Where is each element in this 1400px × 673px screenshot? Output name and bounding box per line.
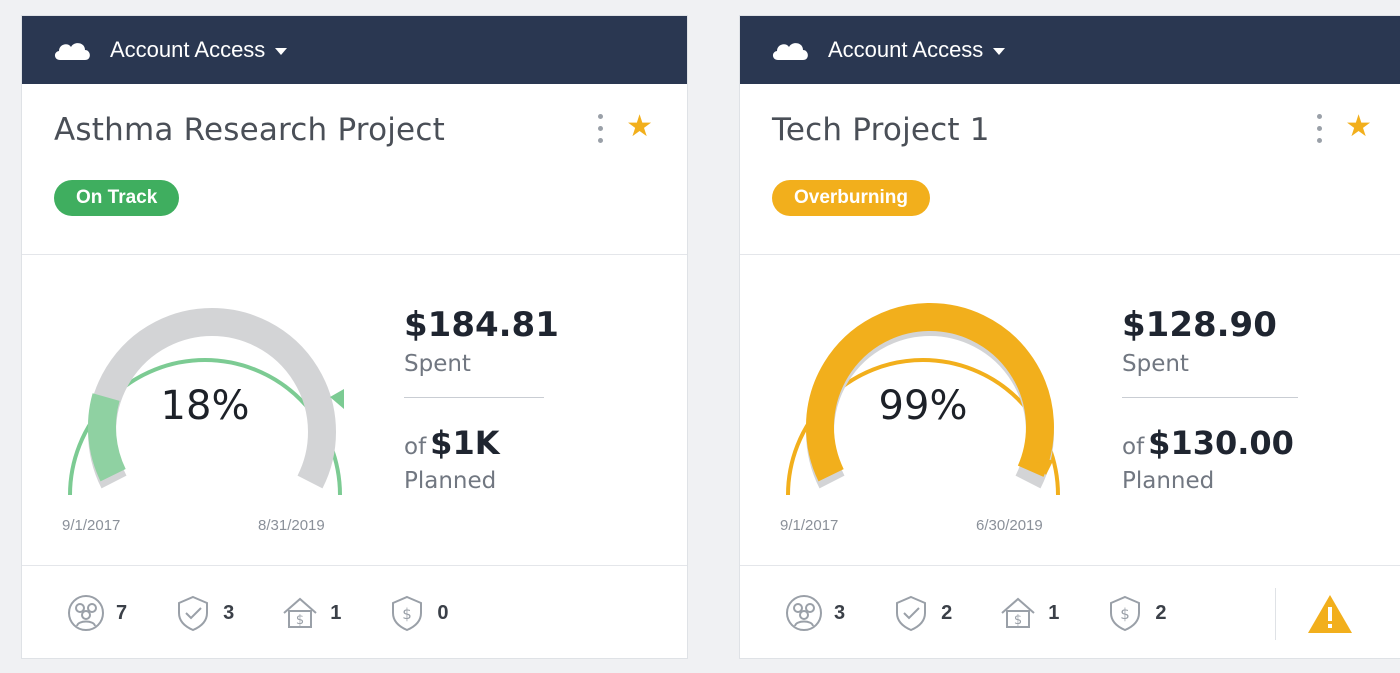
budget-section: 99% 9/1/2017 6/30/2019 $128.90 Spent of $…: [740, 255, 1400, 566]
of-label: of: [404, 434, 427, 460]
status-badge: On Track: [54, 180, 180, 216]
account-access-label: Account Access: [828, 37, 984, 62]
funds-stat[interactable]: $ 0: [387, 593, 449, 633]
star-icon[interactable]: ★: [626, 112, 653, 142]
project-card: Account Access Tech Project 1 ★ Overburn…: [739, 15, 1400, 659]
project-title[interactable]: Asthma Research Project: [54, 112, 445, 148]
divider: [404, 397, 544, 398]
house-dollar-icon: $: [283, 597, 317, 628]
cloud-icon: [54, 43, 90, 60]
people-stat[interactable]: 3: [784, 593, 845, 633]
svg-text:$: $: [1014, 613, 1022, 628]
spent-amount: $128.90: [1122, 305, 1277, 345]
card-stats: 3 2 $ 1 $ 2: [740, 566, 1400, 660]
project-card: Account Access Asthma Research Project ★…: [21, 15, 688, 659]
spent-amount: $184.81: [404, 305, 559, 345]
billing-count: 1: [1048, 601, 1060, 624]
billing-stat[interactable]: $ 1: [998, 593, 1059, 633]
budget-section: 18% 9/1/2017 8/31/2019 $184.81 Spent of $…: [22, 255, 687, 566]
card-stats: 7 3 $ 1 $ 0: [22, 566, 687, 660]
chevron-down-icon: [275, 47, 288, 55]
people-stat[interactable]: 7: [66, 593, 127, 633]
star-icon[interactable]: ★: [1345, 112, 1372, 142]
billing-stat[interactable]: $ 1: [280, 593, 341, 633]
tasks-count: 2: [941, 601, 953, 624]
warning-icon[interactable]: [1306, 592, 1354, 636]
end-date: 6/30/2019: [976, 517, 1043, 534]
people-icon: [786, 595, 822, 631]
end-date: 8/31/2019: [258, 517, 325, 534]
status-badge: Overburning: [772, 180, 931, 216]
divider: [1122, 397, 1298, 398]
funds-stat[interactable]: $ 2: [1105, 593, 1167, 633]
shield-dollar-icon: $: [1110, 595, 1141, 632]
billing-count: 1: [330, 601, 342, 624]
account-access-dropdown[interactable]: Account Access: [22, 16, 687, 84]
shield-check-icon: [178, 595, 209, 632]
divider: [1275, 588, 1276, 640]
spent-label: Spent: [404, 351, 471, 377]
percent-value: 99%: [878, 383, 968, 429]
people-count: 7: [116, 601, 128, 624]
card-title-section: Asthma Research Project ★ On Track: [22, 84, 687, 255]
budget-summary: $128.90 Spent of $130.00 Planned: [1122, 305, 1298, 494]
more-options-icon[interactable]: [1314, 114, 1324, 148]
percent-value: 18%: [160, 383, 250, 429]
card-title-section: Tech Project 1 ★ Overburning: [740, 84, 1400, 255]
funds-count: 0: [437, 601, 449, 624]
planned-label: Planned: [1122, 468, 1215, 494]
planned-amount: $130.00: [1148, 424, 1294, 462]
people-count: 3: [834, 601, 846, 624]
of-label: of: [1122, 434, 1145, 460]
project-title[interactable]: Tech Project 1: [772, 112, 990, 148]
funds-count: 2: [1155, 601, 1167, 624]
start-date: 9/1/2017: [780, 517, 839, 534]
tasks-stat[interactable]: 3: [173, 593, 234, 633]
start-date: 9/1/2017: [62, 517, 121, 534]
tasks-stat[interactable]: 2: [891, 593, 952, 633]
cloud-icon: [772, 43, 808, 60]
budget-summary: $184.81 Spent of $1K Planned: [404, 305, 559, 494]
account-access-label: Account Access: [110, 37, 266, 62]
planned-line: of $1K: [404, 424, 544, 462]
planned-line: of $130.00: [1122, 424, 1294, 462]
people-icon: [68, 595, 104, 631]
planned-amount: $1K: [430, 424, 500, 462]
shield-check-icon: [896, 595, 927, 632]
planned-label: Planned: [404, 468, 497, 494]
svg-text:$: $: [296, 613, 304, 628]
chevron-down-icon: [993, 47, 1006, 55]
account-access-dropdown[interactable]: Account Access: [740, 16, 1400, 84]
spent-label: Spent: [1122, 351, 1189, 377]
shield-dollar-icon: $: [392, 595, 423, 632]
more-options-icon[interactable]: [595, 114, 605, 148]
svg-text:$: $: [403, 605, 413, 623]
svg-text:$: $: [1121, 605, 1131, 623]
house-dollar-icon: $: [1001, 597, 1035, 628]
tasks-count: 3: [223, 601, 235, 624]
